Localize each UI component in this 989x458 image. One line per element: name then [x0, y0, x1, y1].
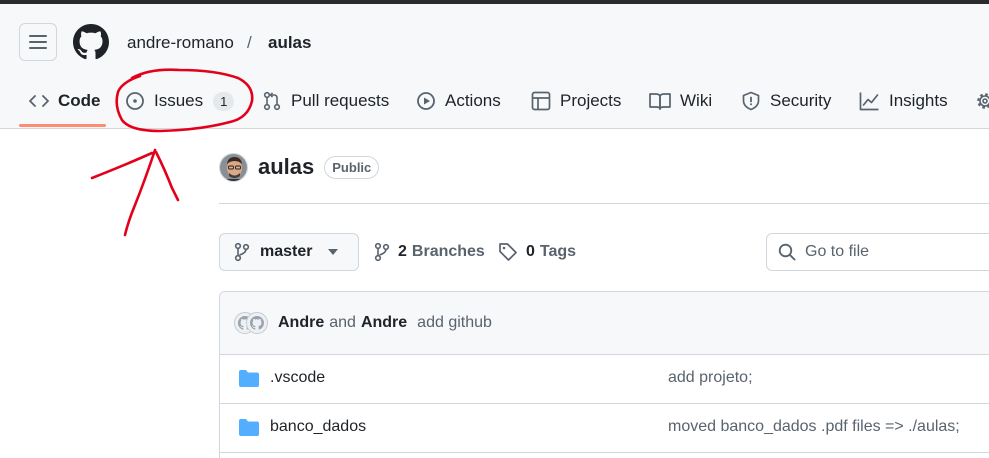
- go-to-file-input[interactable]: Go to file: [766, 233, 989, 271]
- graph-icon: [859, 92, 879, 111]
- tab-wiki[interactable]: Wiki: [649, 88, 712, 114]
- go-to-file-placeholder: Go to file: [805, 243, 870, 260]
- branch-select-button[interactable]: master: [219, 233, 359, 271]
- tab-insights[interactable]: Insights: [859, 88, 948, 114]
- tag-icon: [499, 243, 517, 261]
- tags-link[interactable]: 0 Tags: [498, 241, 576, 263]
- breadcrumb-repo-link[interactable]: aulas: [268, 33, 311, 53]
- git-branch-icon: [374, 242, 390, 262]
- active-tab-indicator: [19, 124, 106, 127]
- tab-actions[interactable]: Actions: [416, 88, 501, 114]
- file-list: Andre and Andre add github .vscode add p…: [219, 291, 989, 458]
- tab-issues[interactable]: Issues 1: [125, 88, 235, 114]
- issues-counter-badge: 1: [213, 91, 235, 111]
- file-commit-message[interactable]: add projeto;: [668, 369, 753, 387]
- tab-wiki-label: Wiki: [680, 91, 713, 110]
- git-pull-request-icon: [263, 91, 281, 111]
- issue-opened-icon: [126, 92, 144, 110]
- folder-icon: [239, 419, 259, 436]
- folder-icon: [239, 370, 259, 387]
- tab-code-label: Code: [58, 91, 101, 110]
- tab-projects-label: Projects: [560, 91, 622, 110]
- commit-message-link[interactable]: add github: [417, 314, 492, 332]
- file-name-link[interactable]: banco_dados: [270, 418, 366, 436]
- repo-header-bar: andre-romano / aulas Code Issues 1 Pull …: [0, 4, 989, 129]
- arrow-shaft: [123, 148, 157, 237]
- branches-count: 2: [398, 243, 407, 260]
- commit-author-conjunction: and: [329, 314, 356, 331]
- gear-icon: [977, 93, 989, 109]
- github-avatar-icon: [246, 312, 268, 334]
- play-icon: [417, 92, 435, 110]
- triangle-down-icon: [328, 249, 339, 255]
- tags-label: Tags: [539, 243, 577, 260]
- commit-author-1[interactable]: Andre: [278, 314, 324, 332]
- tab-issues-label: Issues: [154, 91, 204, 110]
- breadcrumb-separator: /: [247, 33, 252, 52]
- commit-author-avatars[interactable]: [234, 312, 270, 334]
- file-name-link[interactable]: .vscode: [270, 369, 325, 387]
- list-item[interactable]: banco_dados moved banco_dados .pdf files…: [220, 404, 989, 453]
- title-divider: [219, 203, 989, 204]
- visibility-badge: Public: [324, 155, 380, 179]
- tab-security[interactable]: Security: [741, 88, 831, 114]
- tab-pull-requests-label: Pull requests: [291, 91, 390, 110]
- book-icon: [649, 93, 671, 110]
- search-icon: [778, 243, 796, 261]
- arrow-head-right: [154, 150, 180, 202]
- table-icon: [531, 91, 551, 111]
- tags-count: 0: [526, 243, 535, 260]
- tab-insights-label: Insights: [889, 91, 948, 110]
- tab-security-label: Security: [770, 91, 832, 110]
- breadcrumb-owner-link[interactable]: andre-romano: [127, 33, 234, 53]
- commit-author-2[interactable]: Andre: [361, 314, 407, 332]
- tab-actions-label: Actions: [445, 91, 501, 110]
- tab-code[interactable]: Code: [29, 88, 101, 114]
- git-branch-icon: [234, 242, 250, 262]
- code-icon: [29, 95, 49, 107]
- arrow-head-left: [90, 151, 154, 180]
- github-logo-icon[interactable]: [73, 24, 109, 60]
- latest-commit-row: Andre and Andre add github: [220, 292, 989, 355]
- repo-name-heading[interactable]: aulas: [258, 154, 314, 180]
- file-commit-message[interactable]: moved banco_dados .pdf files => ./aulas;: [668, 418, 960, 436]
- tab-projects[interactable]: Projects: [531, 88, 621, 114]
- branches-label: Branches: [411, 243, 485, 260]
- repo-title-row: aulas Public: [219, 152, 380, 182]
- owner-avatar[interactable]: [219, 152, 248, 182]
- branches-link[interactable]: 2 Branches: [374, 241, 485, 263]
- hamburger-menu-button[interactable]: [19, 23, 57, 61]
- tab-settings[interactable]: [975, 88, 989, 114]
- list-item[interactable]: .vscode add projeto;: [220, 355, 989, 404]
- tab-pull-requests[interactable]: Pull requests: [262, 88, 389, 114]
- branch-name: master: [260, 243, 313, 260]
- three-bars-icon: [29, 35, 47, 49]
- shield-icon: [742, 91, 760, 111]
